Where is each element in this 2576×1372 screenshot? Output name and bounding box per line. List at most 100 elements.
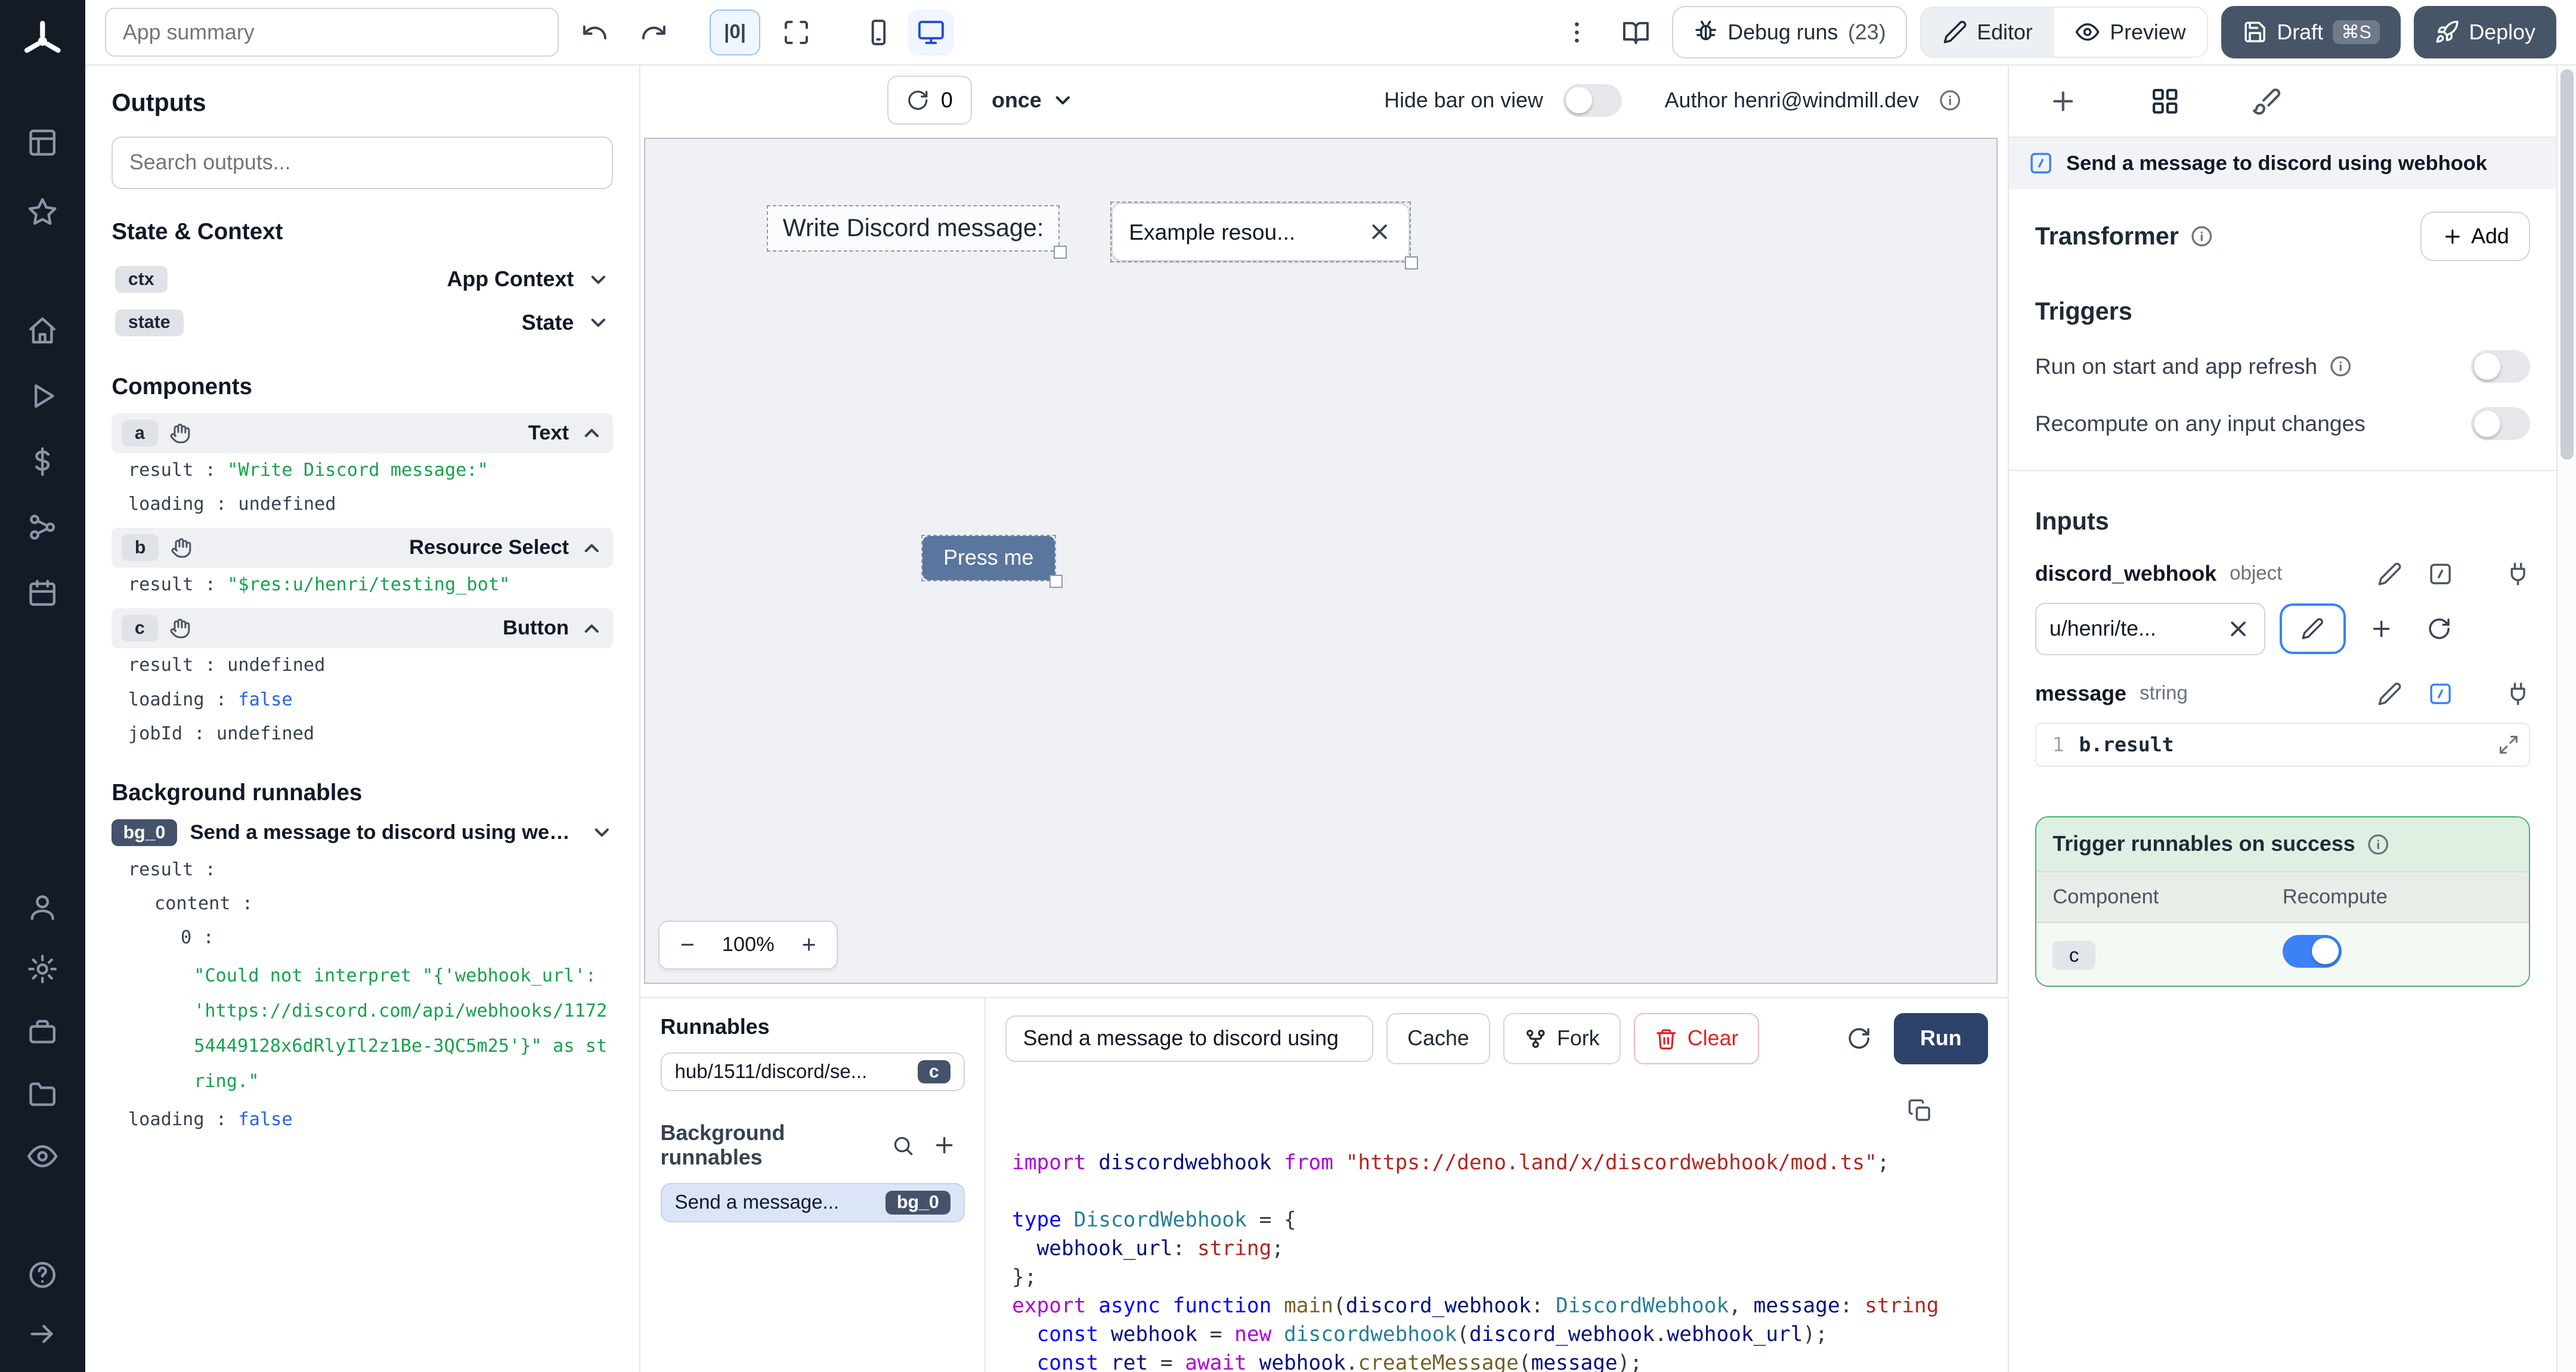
zoom-out-button[interactable]: − — [660, 931, 716, 959]
add-resource-button[interactable] — [2360, 608, 2403, 651]
resize-handle[interactable] — [1053, 245, 1067, 259]
pencil-icon[interactable] — [2377, 562, 2402, 586]
flows-icon[interactable] — [13, 509, 72, 546]
resize-handle[interactable] — [1404, 256, 1418, 270]
calendar-icon[interactable] — [13, 575, 72, 611]
component-b-header[interactable]: b Resource Select — [112, 528, 614, 568]
pencil-icon[interactable] — [2377, 682, 2402, 706]
home-icon[interactable] — [13, 312, 72, 348]
resource-select-component[interactable]: Example resou... — [1110, 202, 1418, 270]
refresh-icon[interactable] — [1838, 1017, 1881, 1060]
more-menu-icon[interactable] — [1554, 10, 1600, 55]
resource-value-input[interactable] — [2035, 602, 2265, 655]
hand-icon — [171, 537, 192, 559]
chevron-up-icon[interactable] — [580, 422, 603, 445]
user-icon[interactable] — [13, 889, 72, 925]
refresh-resource-button[interactable] — [2418, 608, 2461, 651]
fullscreen-icon[interactable] — [773, 10, 819, 55]
add-runnable-button[interactable] — [924, 1124, 965, 1167]
star-icon[interactable] — [13, 194, 72, 230]
search-outputs-input[interactable] — [112, 136, 614, 189]
styling-brush-icon[interactable] — [2252, 86, 2281, 116]
gear-icon[interactable] — [13, 951, 72, 987]
recompute-toggle[interactable] — [2470, 407, 2530, 441]
runnable-item-bg0[interactable]: Send a message... bg_0 — [660, 1183, 965, 1222]
rail-group-footer — [13, 1257, 72, 1352]
resize-handle[interactable] — [1049, 575, 1063, 589]
arrow-right-icon[interactable] — [13, 1316, 72, 1352]
app-summary-input[interactable] — [105, 7, 559, 57]
hide-bar-toggle[interactable] — [1562, 83, 1623, 117]
component-c-header[interactable]: c Button — [112, 608, 614, 649]
chevron-up-icon[interactable] — [580, 617, 603, 640]
refresh-count-button[interactable]: 0 — [887, 75, 973, 125]
eval-code-icon[interactable] — [2428, 562, 2453, 586]
cache-button[interactable]: Cache — [1386, 1013, 1490, 1064]
component-settings-icon[interactable] — [2150, 86, 2180, 116]
run-button[interactable]: Run — [1893, 1013, 1988, 1064]
deploy-button[interactable]: Deploy — [2413, 6, 2556, 59]
message-expression[interactable]: b.result — [2079, 733, 2497, 756]
apps-icon[interactable] — [13, 125, 72, 161]
clear-icon[interactable] — [1367, 219, 1392, 244]
clear-button[interactable]: Clear — [1633, 1013, 1760, 1064]
plug-icon[interactable] — [2506, 562, 2530, 586]
add-transformer-button[interactable]: Add — [2420, 212, 2530, 261]
tab-preview[interactable]: Preview — [2054, 7, 2207, 57]
chevron-down-icon[interactable] — [590, 821, 614, 844]
runnable-item-hub[interactable]: hub/1511/discord/se... c — [660, 1052, 965, 1092]
edit-resource-button[interactable] — [2280, 603, 2346, 655]
eye-icon[interactable] — [13, 1138, 72, 1175]
chevron-down-icon[interactable] — [587, 311, 610, 335]
dollar-icon[interactable] — [13, 444, 72, 480]
ctx-row[interactable]: ctx App Context — [112, 258, 613, 302]
debug-runs-button[interactable]: Debug runs (23) — [1672, 6, 1907, 59]
background-runnables-title: Background runnables — [112, 780, 363, 806]
tab-editor[interactable]: Editor — [1921, 7, 2054, 57]
code-editor[interactable]: import discordwebhook from "https://deno… — [986, 1079, 2008, 1372]
component-a-header[interactable]: a Text — [112, 413, 614, 454]
zoom-in-button[interactable]: + — [781, 931, 837, 959]
play-icon[interactable] — [13, 378, 72, 414]
inline-script-icon — [2029, 151, 2053, 175]
insert-component-icon[interactable] — [2048, 86, 2078, 116]
trigger-run-on-start: Run on start and app refresh — [2035, 349, 2530, 383]
desktop-view-icon[interactable] — [908, 9, 955, 55]
bg0-badge: bg_0 — [112, 819, 177, 847]
windmill-logo[interactable] — [18, 17, 67, 66]
search-icon[interactable] — [891, 1134, 915, 1157]
undo-button[interactable] — [572, 10, 618, 55]
help-icon[interactable] — [13, 1257, 72, 1293]
folder-icon[interactable] — [13, 1076, 72, 1113]
resource-value-text[interactable] — [2049, 617, 2220, 642]
draft-button[interactable]: Draft ⌘S — [2221, 6, 2401, 59]
chevron-up-icon[interactable] — [580, 537, 603, 560]
press-me-button[interactable]: Press me — [922, 536, 1055, 580]
recompute-c-toggle[interactable] — [2282, 934, 2342, 968]
component-outline-toggle[interactable]: |0| — [710, 9, 761, 55]
state-row[interactable]: state State — [112, 301, 613, 345]
script-name-input[interactable]: Send a message to discord using — [1005, 1015, 1374, 1062]
briefcase-icon[interactable] — [13, 1014, 72, 1050]
copy-icon[interactable] — [1908, 1098, 1932, 1123]
plug-icon[interactable] — [2506, 682, 2530, 706]
outputs-title: Outputs — [112, 88, 206, 116]
bg-runnable-header[interactable]: bg_0 Send a message to discord using web… — [112, 819, 614, 847]
expand-icon[interactable] — [2498, 734, 2519, 755]
app-canvas[interactable]: Write Discord message: Example resou... … — [643, 138, 1998, 984]
scrollbar-track[interactable] — [2556, 66, 2576, 1372]
scrollbar-thumb[interactable] — [2560, 69, 2574, 460]
button-component[interactable]: Press me — [921, 535, 1063, 589]
mobile-view-icon[interactable] — [856, 10, 902, 55]
redo-button[interactable] — [631, 10, 677, 55]
chevron-down-icon[interactable] — [587, 268, 610, 292]
fork-button[interactable]: Fork — [1503, 1013, 1621, 1064]
message-expression-editor[interactable]: 1 b.result — [2035, 722, 2530, 767]
schedule-dropdown[interactable]: once — [992, 88, 1075, 113]
run-on-start-toggle[interactable] — [2470, 349, 2530, 383]
docs-book-icon[interactable] — [1613, 10, 1659, 55]
clear-icon[interactable] — [2226, 617, 2250, 641]
resource-select-input[interactable]: Example resou... — [1111, 203, 1410, 262]
text-component[interactable]: Write Discord message: — [766, 205, 1067, 259]
eval-code-icon[interactable] — [2428, 682, 2453, 706]
